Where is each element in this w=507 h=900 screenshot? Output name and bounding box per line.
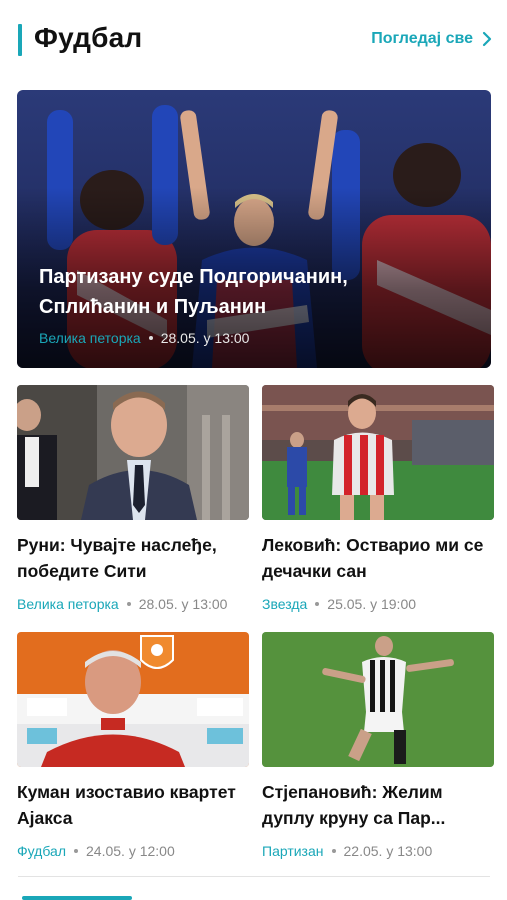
see-all-link[interactable]: Погледај све: [371, 30, 493, 48]
hero-article[interactable]: Партизану суде Подгоричанин, Сплићанин и…: [17, 90, 491, 368]
chevron-right-icon: [482, 31, 492, 47]
article-thumbnail: [262, 632, 494, 767]
article-card[interactable]: Руни: Чувајте наслеђе, победите Сити Вел…: [17, 385, 249, 612]
article-category-tag[interactable]: Фудбал: [17, 843, 66, 859]
meta-separator: [331, 849, 336, 853]
meta-separator: [148, 336, 153, 340]
hero-title: Партизану суде Подгоричанин, Сплићанин и…: [39, 266, 348, 318]
article-datetime: 25.05. у 19:00: [327, 596, 417, 612]
section-accent-bar: [18, 24, 22, 56]
section-header: Фудбал Погледај све: [0, 18, 507, 62]
article-title: Руни: Чувајте наслеђе, победите Сити: [17, 535, 217, 581]
meta-separator: [126, 602, 131, 606]
see-all-label: Погледај све: [371, 30, 473, 47]
article-thumbnail: [17, 632, 249, 767]
article-card[interactable]: Лековић: Остварио ми се дечачки сан Звез…: [262, 385, 494, 612]
article-datetime: 28.05. у 13:00: [138, 596, 228, 612]
article-category-tag[interactable]: Партизан: [262, 843, 324, 859]
article-datetime: 24.05. у 12:00: [86, 843, 175, 859]
meta-separator: [315, 602, 320, 606]
article-title: Лековић: Остварио ми се дечачки сан: [262, 535, 484, 581]
article-card[interactable]: Стјепановић: Желим дуплу круну са Пар...…: [262, 632, 494, 859]
next-section-accent: [22, 896, 132, 900]
article-thumbnail: [262, 385, 494, 520]
article-meta: Звезда 25.05. у 19:00: [262, 596, 494, 612]
article-category-tag[interactable]: Велика петорка: [17, 596, 119, 612]
article-meta: Партизан 22.05. у 13:00: [262, 843, 494, 859]
article-meta: Фудбал 24.05. у 12:00: [17, 843, 249, 859]
meta-separator: [74, 849, 78, 853]
article-datetime: 22.05. у 13:00: [343, 843, 433, 859]
hero-overlay: [17, 90, 491, 368]
article-thumbnail: [17, 385, 249, 520]
section-title: Фудбал: [34, 22, 143, 53]
hero-datetime: 28.05. у 13:00: [160, 330, 250, 346]
article-title: Стјепановић: Желим дуплу круну са Пар...: [262, 782, 446, 828]
hero-meta: Велика петорка 28.05. у 13:00: [39, 330, 249, 346]
section-divider: [18, 876, 490, 877]
article-meta: Велика петорка 28.05. у 13:00: [17, 596, 249, 612]
article-category-tag[interactable]: Звезда: [262, 596, 307, 612]
article-card[interactable]: Куман изоставио квартет Ајакса Фудбал 24…: [17, 632, 249, 859]
hero-category-tag[interactable]: Велика петорка: [39, 330, 141, 346]
article-title: Куман изоставио квартет Ајакса: [17, 782, 236, 828]
